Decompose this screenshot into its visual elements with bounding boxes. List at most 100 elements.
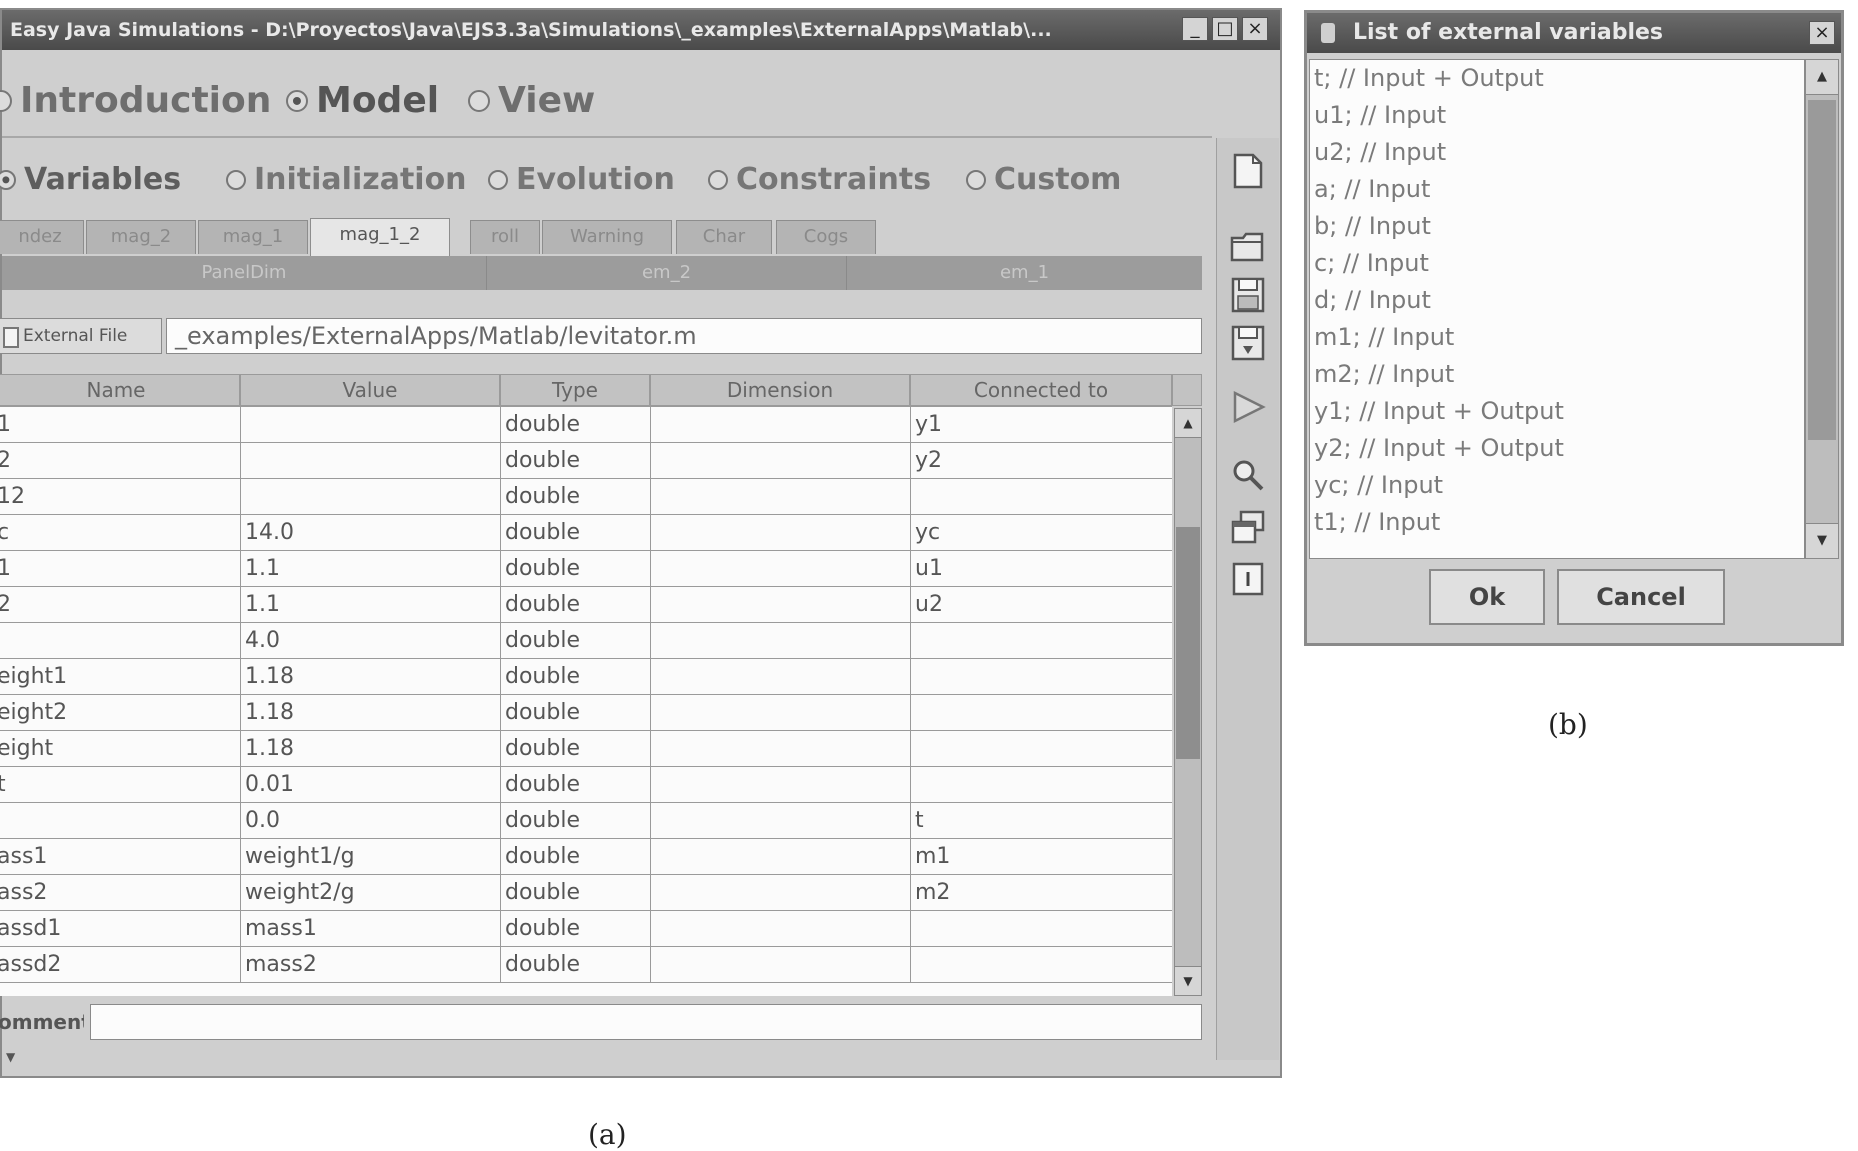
comment-field[interactable] bbox=[90, 1004, 1202, 1040]
table-cell[interactable] bbox=[910, 946, 1172, 983]
table-cell[interactable]: t bbox=[910, 802, 1172, 839]
close-icon[interactable]: × bbox=[1242, 17, 1268, 41]
list-item[interactable]: t; // Input + Output bbox=[1314, 60, 1804, 97]
table-cell[interactable]: double bbox=[500, 874, 651, 911]
table-row[interactable]: assd2 mass2 double bbox=[0, 946, 1172, 983]
table-cell[interactable]: 2 bbox=[0, 586, 241, 623]
cancel-button[interactable]: Cancel bbox=[1557, 569, 1725, 625]
table-cell[interactable] bbox=[650, 802, 911, 839]
table-cell[interactable]: y2 bbox=[910, 442, 1172, 479]
table-cell[interactable] bbox=[240, 406, 501, 443]
table-cell[interactable]: 0.0 bbox=[240, 802, 501, 839]
table-row[interactable]: ass2 weight2/g double m2 bbox=[0, 874, 1172, 911]
table-row[interactable]: assd1 mass1 double bbox=[0, 910, 1172, 947]
table-cell[interactable]: u1 bbox=[910, 550, 1172, 587]
table-cell[interactable] bbox=[0, 802, 241, 839]
table-cell[interactable] bbox=[650, 730, 911, 767]
table-cell[interactable] bbox=[910, 910, 1172, 947]
table-row[interactable]: 1 double y1 bbox=[0, 406, 1172, 443]
table-cell[interactable] bbox=[240, 442, 501, 479]
table-cell[interactable]: 14.0 bbox=[240, 514, 501, 551]
table-cell[interactable]: double bbox=[500, 622, 651, 659]
table-cell[interactable]: 0.01 bbox=[240, 766, 501, 803]
table-cell[interactable] bbox=[650, 586, 911, 623]
table-cell[interactable]: 1 bbox=[0, 406, 241, 443]
save-icon[interactable] bbox=[1229, 276, 1267, 314]
ok-button[interactable]: Ok bbox=[1429, 569, 1545, 625]
tab-evolution[interactable]: Evolution bbox=[488, 162, 675, 197]
table-cell[interactable]: 1.1 bbox=[240, 586, 501, 623]
list-item[interactable]: y1; // Input + Output bbox=[1314, 393, 1804, 430]
table-cell[interactable] bbox=[650, 838, 911, 875]
table-row[interactable]: 12 double bbox=[0, 478, 1172, 515]
collapse-arrow-icon[interactable]: ▼ bbox=[6, 1050, 15, 1064]
table-cell[interactable]: assd1 bbox=[0, 910, 241, 947]
table-cell[interactable] bbox=[650, 910, 911, 947]
table-cell[interactable]: t bbox=[0, 766, 241, 803]
table-cell[interactable]: 1.18 bbox=[240, 730, 501, 767]
table-cell[interactable] bbox=[650, 766, 911, 803]
table-cell[interactable]: double bbox=[500, 406, 651, 443]
table-cell[interactable]: mass1 bbox=[240, 910, 501, 947]
table-cell[interactable] bbox=[650, 406, 911, 443]
page-tab[interactable]: mag_2 bbox=[86, 220, 196, 254]
table-cell[interactable]: eight bbox=[0, 730, 241, 767]
table-cell[interactable]: assd2 bbox=[0, 946, 241, 983]
windows-icon[interactable] bbox=[1229, 508, 1267, 546]
list-item[interactable]: c; // Input bbox=[1314, 245, 1804, 282]
column-header-value[interactable]: Value bbox=[240, 374, 500, 406]
table-cell[interactable] bbox=[650, 550, 911, 587]
table-cell[interactable]: c bbox=[0, 514, 241, 551]
external-file-button[interactable]: External File bbox=[0, 318, 162, 354]
new-file-icon[interactable] bbox=[1229, 152, 1267, 190]
table-cell[interactable]: double bbox=[500, 694, 651, 731]
table-cell[interactable]: yc bbox=[910, 514, 1172, 551]
list-item[interactable]: m1; // Input bbox=[1314, 319, 1804, 356]
column-header-dimension[interactable]: Dimension bbox=[650, 374, 910, 406]
table-cell[interactable] bbox=[650, 478, 911, 515]
page-tab-active[interactable]: mag_1_2 bbox=[310, 218, 450, 256]
table-cell[interactable]: 2 bbox=[0, 442, 241, 479]
page-tab[interactable]: Char bbox=[676, 220, 772, 254]
table-row[interactable]: eight 1.18 double bbox=[0, 730, 1172, 767]
table-cell[interactable]: eight2 bbox=[0, 694, 241, 731]
table-row[interactable]: c14.0double yc bbox=[0, 514, 1172, 551]
scroll-thumb[interactable] bbox=[1808, 100, 1836, 440]
tab-view[interactable]: View bbox=[468, 80, 595, 121]
close-icon[interactable]: × bbox=[1809, 21, 1835, 45]
table-row[interactable]: 11.1double u1 bbox=[0, 550, 1172, 587]
table-cell[interactable]: double bbox=[500, 514, 651, 551]
scroll-down-icon[interactable]: ▼ bbox=[1806, 523, 1838, 558]
table-cell[interactable]: double bbox=[500, 442, 651, 479]
table-cell[interactable] bbox=[910, 766, 1172, 803]
table-cell[interactable] bbox=[910, 658, 1172, 695]
maximize-icon[interactable]: □ bbox=[1212, 17, 1238, 41]
table-cell[interactable]: eight1 bbox=[0, 658, 241, 695]
table-cell[interactable]: 1 bbox=[0, 550, 241, 587]
tab-initialization[interactable]: Initialization bbox=[226, 162, 467, 197]
table-row[interactable]: 0.0 double t bbox=[0, 802, 1172, 839]
table-cell[interactable] bbox=[240, 478, 501, 515]
table-cell[interactable] bbox=[910, 730, 1172, 767]
external-file-field[interactable]: _examples/ExternalApps/Matlab/levitator.… bbox=[166, 318, 1202, 354]
table-cell[interactable] bbox=[650, 658, 911, 695]
list-item[interactable]: t1; // Input bbox=[1314, 504, 1804, 541]
table-row[interactable]: t0.01double bbox=[0, 766, 1172, 803]
table-cell[interactable]: m2 bbox=[910, 874, 1172, 911]
scroll-up-icon[interactable]: ▲ bbox=[1175, 409, 1201, 438]
table-cell[interactable]: double bbox=[500, 550, 651, 587]
table-cell[interactable] bbox=[650, 442, 911, 479]
table-cell[interactable] bbox=[650, 694, 911, 731]
table-cell[interactable]: mass2 bbox=[240, 946, 501, 983]
info-icon[interactable] bbox=[1229, 560, 1267, 598]
table-cell[interactable]: double bbox=[500, 658, 651, 695]
table-cell[interactable]: double bbox=[500, 946, 651, 983]
table-cell[interactable]: m1 bbox=[910, 838, 1172, 875]
table-cell[interactable]: 1.18 bbox=[240, 658, 501, 695]
tab-constraints[interactable]: Constraints bbox=[708, 162, 931, 197]
table-cell[interactable]: double bbox=[500, 478, 651, 515]
table-scrollbar[interactable]: ▲ ▼ bbox=[1174, 408, 1202, 996]
list-item[interactable]: b; // Input bbox=[1314, 208, 1804, 245]
table-cell[interactable]: y1 bbox=[910, 406, 1172, 443]
scroll-up-icon[interactable]: ▲ bbox=[1806, 60, 1838, 95]
